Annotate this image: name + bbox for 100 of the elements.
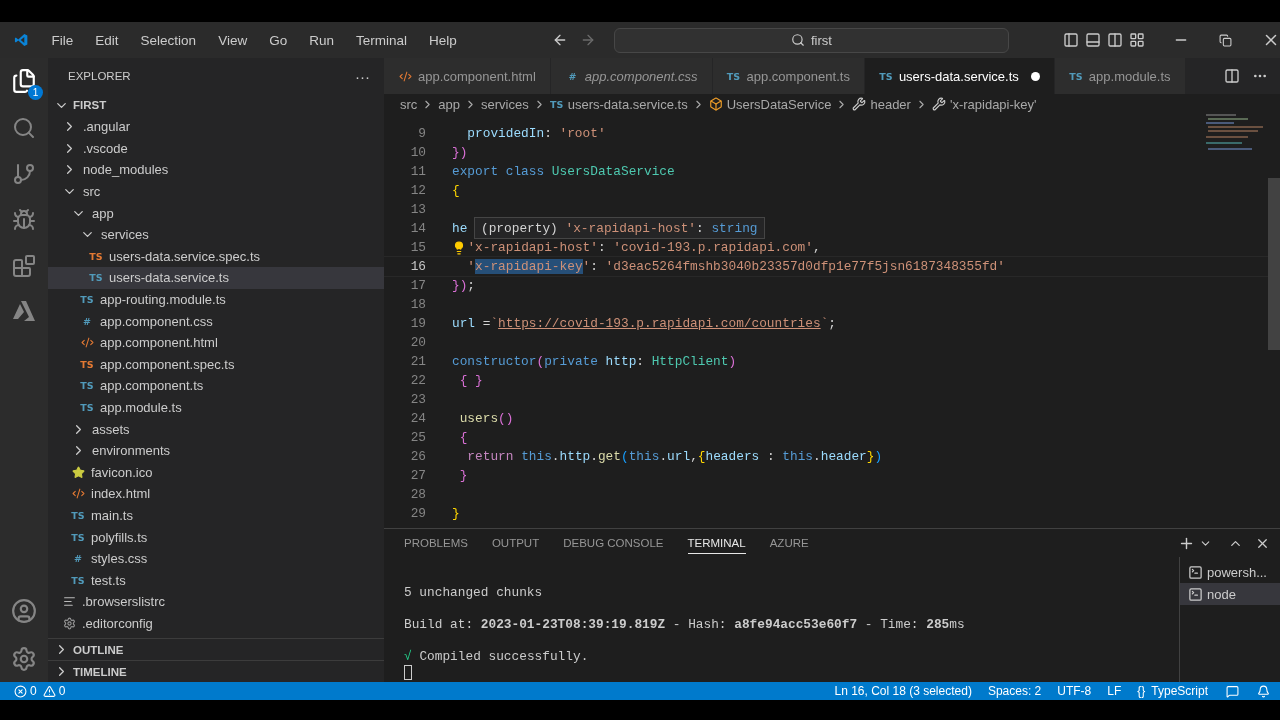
extensions-icon[interactable] (12, 254, 36, 278)
split-layout-icon[interactable] (1107, 32, 1123, 48)
status-item[interactable]: LF (1107, 684, 1122, 698)
breadcrumb[interactable]: services (481, 96, 529, 112)
editor-tab[interactable]: TS app.module.ts (1054, 58, 1186, 94)
panel-tab[interactable]: DEBUG CONSOLE (563, 532, 664, 554)
menu-item[interactable]: Selection (129, 32, 208, 48)
terminal-instance[interactable]: node (1180, 583, 1280, 605)
search-icon[interactable] (12, 116, 36, 140)
tree-item[interactable]: TS polyfills.ts (48, 526, 384, 548)
tree-item[interactable]: .vscode (48, 137, 384, 160)
code-line: constructor(private http: HttpClient) (452, 354, 737, 369)
breadcrumb[interactable]: 'x-rapidapi-key' (949, 96, 1037, 112)
menu-item[interactable]: File (40, 32, 85, 48)
status-item[interactable]: TypeScript (1151, 684, 1208, 698)
menu-item[interactable]: Run (298, 32, 345, 48)
triangle-logo-icon[interactable] (12, 300, 36, 322)
tree-item[interactable]: .browserslistrc (48, 591, 384, 613)
tree-item[interactable]: .angular (48, 116, 384, 138)
line-number: 10 (409, 145, 426, 160)
code-line: } (452, 506, 460, 521)
tree-item[interactable]: index.html (48, 483, 384, 505)
tree-item[interactable]: src (48, 180, 384, 203)
tree-item[interactable]: app (48, 202, 384, 224)
tree-item[interactable]: TS main.ts (48, 504, 384, 527)
editor-tab[interactable]: TS app.component.ts (712, 58, 865, 94)
breadcrumb[interactable]: header (870, 96, 911, 112)
error-count[interactable]: 0 (30, 684, 37, 698)
panel-tab[interactable]: PROBLEMS (404, 532, 468, 554)
tree-item[interactable]: TS app.module.ts (48, 396, 384, 419)
code-line: }) (452, 145, 468, 160)
menu-item[interactable]: Terminal (344, 32, 418, 48)
line-number: 20 (409, 335, 426, 350)
tree-item[interactable]: services (48, 223, 384, 246)
tree-item[interactable]: node_modules (48, 159, 384, 181)
bug-icon[interactable] (12, 208, 36, 232)
code-line: { (458, 430, 468, 445)
search-field[interactable]: first (613, 27, 1009, 53)
check-mark: √ (404, 648, 413, 664)
editor-tab[interactable]: # app.component.css (550, 58, 713, 94)
tree-item[interactable]: app.component.html (48, 331, 384, 354)
account-icon[interactable] (11, 598, 37, 624)
tree-item[interactable]: # app.component.css (48, 310, 384, 332)
warning-count[interactable]: 0 (58, 684, 66, 698)
status-item[interactable]: Ln 16, Col 18 (3 selected) (834, 684, 972, 698)
collapsed-section[interactable]: OUTLINE (48, 638, 384, 660)
terminal-cursor (404, 665, 412, 680)
status-item[interactable]: UTF-8 (1057, 684, 1092, 698)
tree-item[interactable]: .editorconfig (48, 612, 384, 635)
breadcrumb[interactable]: app (438, 96, 461, 112)
tree-item[interactable]: TS app.component.spec.ts (48, 353, 384, 376)
scrollbar[interactable] (1268, 178, 1280, 350)
branch-icon[interactable] (12, 162, 36, 186)
tree-item[interactable]: TS users-data.service.spec.ts (48, 245, 384, 268)
code-icon (398, 69, 412, 83)
panel-tab[interactable]: TERMINAL (687, 532, 746, 554)
menu-item[interactable]: Help (417, 32, 468, 48)
restore-icon[interactable] (1219, 33, 1232, 47)
bell-icon[interactable] (1257, 684, 1270, 698)
breadcrumb[interactable]: UsersDataService (726, 96, 832, 112)
breadcrumb[interactable]: src (400, 96, 418, 112)
editor-tab[interactable]: app.component.html (384, 58, 551, 94)
settings-icon[interactable] (11, 646, 37, 672)
terminal-instance[interactable]: powersh... (1180, 561, 1280, 583)
tree-item[interactable]: TS users-data.service.ts (48, 267, 384, 289)
sidebar-layout-icon[interactable] (1063, 32, 1079, 48)
split-editor-icon[interactable] (1224, 68, 1240, 84)
search-value: first (810, 32, 832, 48)
typescript-icon: TS (726, 70, 741, 82)
typescript-icon: TS (71, 531, 85, 543)
hover-tooltip: (property) 'x-rapidapi-host': string (474, 217, 765, 239)
tree-item[interactable]: assets (48, 418, 384, 440)
tree-item[interactable]: TS app.component.ts (48, 375, 384, 397)
panel-tab[interactable]: OUTPUT (491, 532, 540, 554)
feedback-icon[interactable] (1226, 684, 1239, 698)
menu-item[interactable]: Edit (84, 32, 130, 48)
editor-tab[interactable]: TS users-data.service.ts (864, 58, 1055, 94)
tree-item[interactable]: environments (48, 439, 384, 462)
breadcrumb[interactable]: users-data.service.ts (567, 96, 688, 112)
menu-item[interactable]: Go (258, 32, 299, 48)
tree-item[interactable]: favicon.ico (48, 461, 384, 484)
tree-item[interactable]: # styles.css (48, 547, 384, 570)
workspace-root[interactable]: FIRST (48, 94, 384, 116)
menu-item[interactable]: View (207, 32, 259, 48)
sidebar-title: EXPLORER (68, 70, 131, 82)
status-item[interactable]: Spaces: 2 (987, 684, 1042, 698)
hash-icon: # (564, 70, 579, 82)
panel-layout-icon[interactable] (1085, 32, 1101, 48)
notification-badge: 1 (28, 85, 43, 100)
files-icon[interactable] (11, 68, 37, 94)
code-line: { } (458, 373, 483, 388)
tree-item[interactable]: TS app-routing.module.ts (48, 288, 384, 311)
panel-tab[interactable]: AZURE (769, 532, 809, 554)
typescript-icon: TS (89, 272, 103, 284)
more-actions[interactable]: ··· (355, 67, 370, 85)
grid-layout-icon[interactable] (1129, 32, 1145, 48)
tree-item[interactable]: TS test.ts (48, 569, 384, 592)
line-number: 13 (409, 202, 426, 217)
line-number: 9 (417, 126, 426, 141)
terminal-icon (1188, 564, 1203, 580)
